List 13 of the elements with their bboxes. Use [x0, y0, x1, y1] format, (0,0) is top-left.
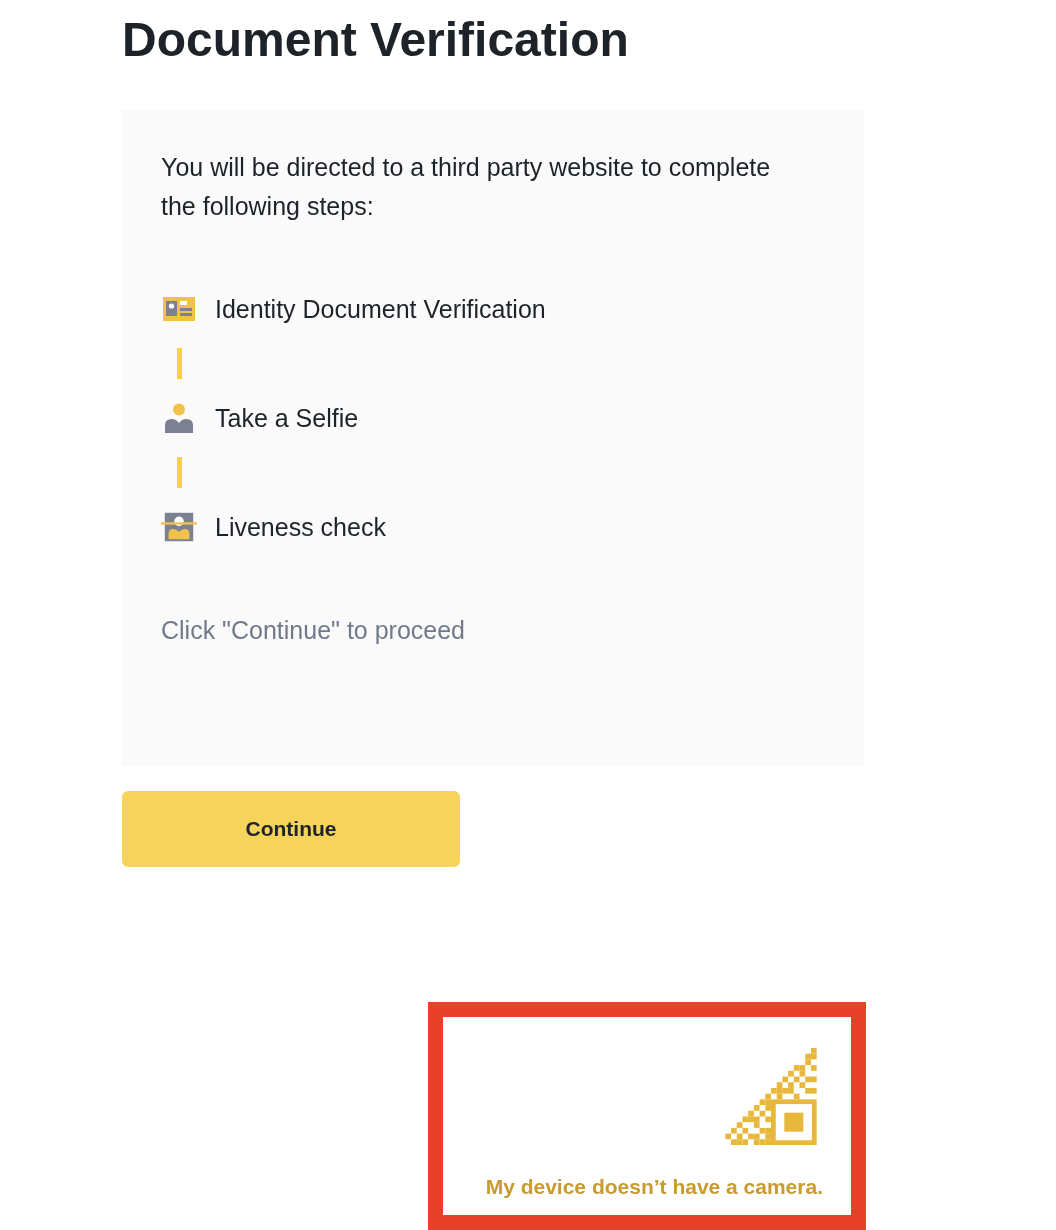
- person-scan-icon: [161, 512, 197, 542]
- person-icon: [164, 403, 194, 433]
- step-label: Identity Document Verification: [215, 294, 546, 325]
- step-label: Take a Selfie: [215, 403, 359, 434]
- step-connector: [177, 457, 182, 488]
- step-connector: [177, 348, 182, 379]
- page-title: Document Verification: [122, 12, 629, 68]
- qr-code-icon: [725, 1048, 817, 1145]
- step-label: Liveness check: [215, 512, 386, 543]
- hint-text: Click "Continue" to proceed: [161, 615, 466, 646]
- continue-button[interactable]: Continue: [122, 791, 460, 867]
- id-card-icon: [163, 297, 195, 321]
- intro-text: You will be directed to a third party website to complete the following steps:: [161, 152, 772, 222]
